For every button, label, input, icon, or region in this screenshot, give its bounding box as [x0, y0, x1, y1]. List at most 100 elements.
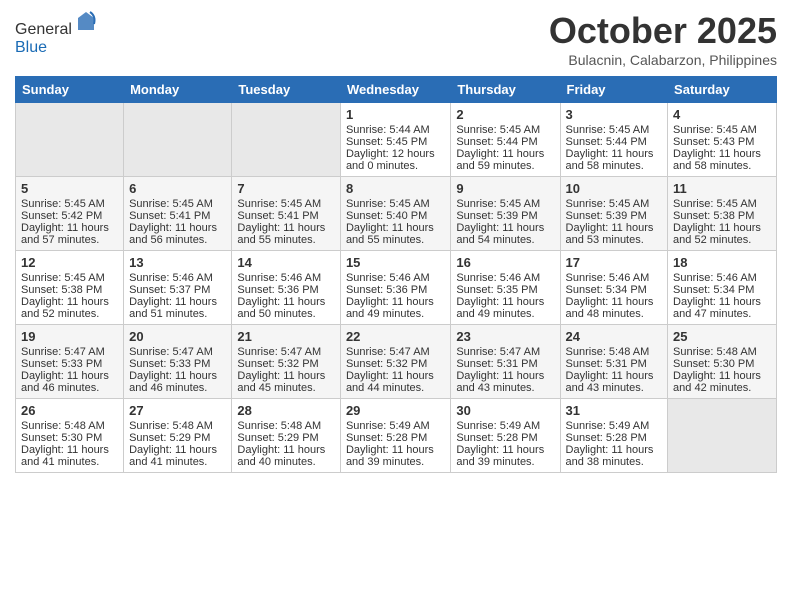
day-number: 20: [129, 329, 226, 344]
calendar-cell: 28Sunrise: 5:48 AMSunset: 5:29 PMDayligh…: [232, 399, 341, 473]
daylight-text: Daylight: 11 hours and 48 minutes.: [566, 296, 663, 320]
col-monday: Monday: [124, 77, 232, 103]
sunset-text: Sunset: 5:36 PM: [346, 284, 445, 296]
calendar-cell: 16Sunrise: 5:46 AMSunset: 5:35 PMDayligh…: [451, 251, 560, 325]
calendar-cell: 11Sunrise: 5:45 AMSunset: 5:38 PMDayligh…: [668, 177, 777, 251]
calendar-cell: [124, 103, 232, 177]
daylight-text: Daylight: 11 hours and 40 minutes.: [237, 444, 335, 468]
sunset-text: Sunset: 5:41 PM: [237, 210, 335, 222]
day-number: 1: [346, 107, 445, 122]
sunset-text: Sunset: 5:28 PM: [346, 432, 445, 444]
calendar-cell: 9Sunrise: 5:45 AMSunset: 5:39 PMDaylight…: [451, 177, 560, 251]
day-number: 19: [21, 329, 118, 344]
sunrise-text: Sunrise: 5:48 AM: [21, 420, 118, 432]
calendar-cell: 27Sunrise: 5:48 AMSunset: 5:29 PMDayligh…: [124, 399, 232, 473]
sunrise-text: Sunrise: 5:47 AM: [237, 346, 335, 358]
col-wednesday: Wednesday: [340, 77, 450, 103]
sunset-text: Sunset: 5:35 PM: [456, 284, 554, 296]
sunrise-text: Sunrise: 5:45 AM: [673, 198, 771, 210]
daylight-text: Daylight: 11 hours and 39 minutes.: [456, 444, 554, 468]
sunrise-text: Sunrise: 5:45 AM: [21, 272, 118, 284]
calendar-cell: 30Sunrise: 5:49 AMSunset: 5:28 PMDayligh…: [451, 399, 560, 473]
day-number: 7: [237, 181, 335, 196]
day-number: 9: [456, 181, 554, 196]
daylight-text: Daylight: 11 hours and 50 minutes.: [237, 296, 335, 320]
daylight-text: Daylight: 11 hours and 43 minutes.: [456, 370, 554, 394]
daylight-text: Daylight: 11 hours and 53 minutes.: [566, 222, 663, 246]
daylight-text: Daylight: 11 hours and 57 minutes.: [21, 222, 118, 246]
location: Bulacnin, Calabarzon, Philippines: [549, 52, 777, 68]
sunrise-text: Sunrise: 5:47 AM: [346, 346, 445, 358]
day-number: 21: [237, 329, 335, 344]
calendar-cell: 1Sunrise: 5:44 AMSunset: 5:45 PMDaylight…: [340, 103, 450, 177]
month-title: October 2025: [549, 10, 777, 52]
daylight-text: Daylight: 11 hours and 55 minutes.: [237, 222, 335, 246]
sunrise-text: Sunrise: 5:48 AM: [129, 420, 226, 432]
page-container: General Blue October 2025 Bulacnin, Cala…: [0, 0, 792, 488]
sunset-text: Sunset: 5:32 PM: [346, 358, 445, 370]
day-number: 16: [456, 255, 554, 270]
day-number: 10: [566, 181, 663, 196]
logo: General Blue: [15, 10, 98, 57]
calendar-cell: 21Sunrise: 5:47 AMSunset: 5:32 PMDayligh…: [232, 325, 341, 399]
sunset-text: Sunset: 5:28 PM: [566, 432, 663, 444]
calendar-cell: 5Sunrise: 5:45 AMSunset: 5:42 PMDaylight…: [16, 177, 124, 251]
calendar-cell: [668, 399, 777, 473]
day-number: 13: [129, 255, 226, 270]
calendar-cell: 4Sunrise: 5:45 AMSunset: 5:43 PMDaylight…: [668, 103, 777, 177]
sunset-text: Sunset: 5:33 PM: [21, 358, 118, 370]
calendar-cell: 10Sunrise: 5:45 AMSunset: 5:39 PMDayligh…: [560, 177, 668, 251]
daylight-text: Daylight: 11 hours and 59 minutes.: [456, 148, 554, 172]
sunset-text: Sunset: 5:38 PM: [673, 210, 771, 222]
daylight-text: Daylight: 11 hours and 44 minutes.: [346, 370, 445, 394]
calendar-cell: 8Sunrise: 5:45 AMSunset: 5:40 PMDaylight…: [340, 177, 450, 251]
daylight-text: Daylight: 11 hours and 58 minutes.: [673, 148, 771, 172]
col-friday: Friday: [560, 77, 668, 103]
sunset-text: Sunset: 5:44 PM: [456, 136, 554, 148]
sunset-text: Sunset: 5:34 PM: [673, 284, 771, 296]
calendar-cell: 3Sunrise: 5:45 AMSunset: 5:44 PMDaylight…: [560, 103, 668, 177]
sunrise-text: Sunrise: 5:49 AM: [566, 420, 663, 432]
sunrise-text: Sunrise: 5:46 AM: [129, 272, 226, 284]
day-number: 25: [673, 329, 771, 344]
day-number: 2: [456, 107, 554, 122]
daylight-text: Daylight: 11 hours and 39 minutes.: [346, 444, 445, 468]
sunrise-text: Sunrise: 5:46 AM: [566, 272, 663, 284]
sunrise-text: Sunrise: 5:45 AM: [673, 124, 771, 136]
col-tuesday: Tuesday: [232, 77, 341, 103]
sunrise-text: Sunrise: 5:45 AM: [21, 198, 118, 210]
sunset-text: Sunset: 5:40 PM: [346, 210, 445, 222]
day-number: 23: [456, 329, 554, 344]
sunrise-text: Sunrise: 5:47 AM: [456, 346, 554, 358]
daylight-text: Daylight: 11 hours and 43 minutes.: [566, 370, 663, 394]
sunrise-text: Sunrise: 5:45 AM: [456, 124, 554, 136]
daylight-text: Daylight: 11 hours and 47 minutes.: [673, 296, 771, 320]
calendar-week-1: 1Sunrise: 5:44 AMSunset: 5:45 PMDaylight…: [16, 103, 777, 177]
daylight-text: Daylight: 11 hours and 46 minutes.: [129, 370, 226, 394]
sunrise-text: Sunrise: 5:46 AM: [456, 272, 554, 284]
calendar-week-3: 12Sunrise: 5:45 AMSunset: 5:38 PMDayligh…: [16, 251, 777, 325]
day-number: 27: [129, 403, 226, 418]
daylight-text: Daylight: 11 hours and 38 minutes.: [566, 444, 663, 468]
calendar-cell: 23Sunrise: 5:47 AMSunset: 5:31 PMDayligh…: [451, 325, 560, 399]
calendar-week-2: 5Sunrise: 5:45 AMSunset: 5:42 PMDaylight…: [16, 177, 777, 251]
calendar-cell: 31Sunrise: 5:49 AMSunset: 5:28 PMDayligh…: [560, 399, 668, 473]
calendar-cell: [232, 103, 341, 177]
calendar-week-4: 19Sunrise: 5:47 AMSunset: 5:33 PMDayligh…: [16, 325, 777, 399]
day-number: 3: [566, 107, 663, 122]
day-number: 12: [21, 255, 118, 270]
day-number: 18: [673, 255, 771, 270]
daylight-text: Daylight: 11 hours and 46 minutes.: [21, 370, 118, 394]
col-thursday: Thursday: [451, 77, 560, 103]
calendar-cell: 12 Sunrise: 5:45 AMSunset: 5:38 PMDayligh…: [16, 251, 124, 325]
logo-blue-text: Blue: [15, 39, 47, 56]
page-header: General Blue October 2025 Bulacnin, Cala…: [15, 10, 777, 68]
sunrise-text: Sunrise: 5:44 AM: [346, 124, 445, 136]
daylight-text: Daylight: 11 hours and 56 minutes.: [129, 222, 226, 246]
sunset-text: Sunset: 5:38 PM: [21, 284, 118, 296]
daylight-text: Daylight: 11 hours and 52 minutes.: [21, 296, 118, 320]
day-number: 15: [346, 255, 445, 270]
sunset-text: Sunset: 5:37 PM: [129, 284, 226, 296]
calendar-cell: 14Sunrise: 5:46 AMSunset: 5:36 PMDayligh…: [232, 251, 341, 325]
day-number: 6: [129, 181, 226, 196]
